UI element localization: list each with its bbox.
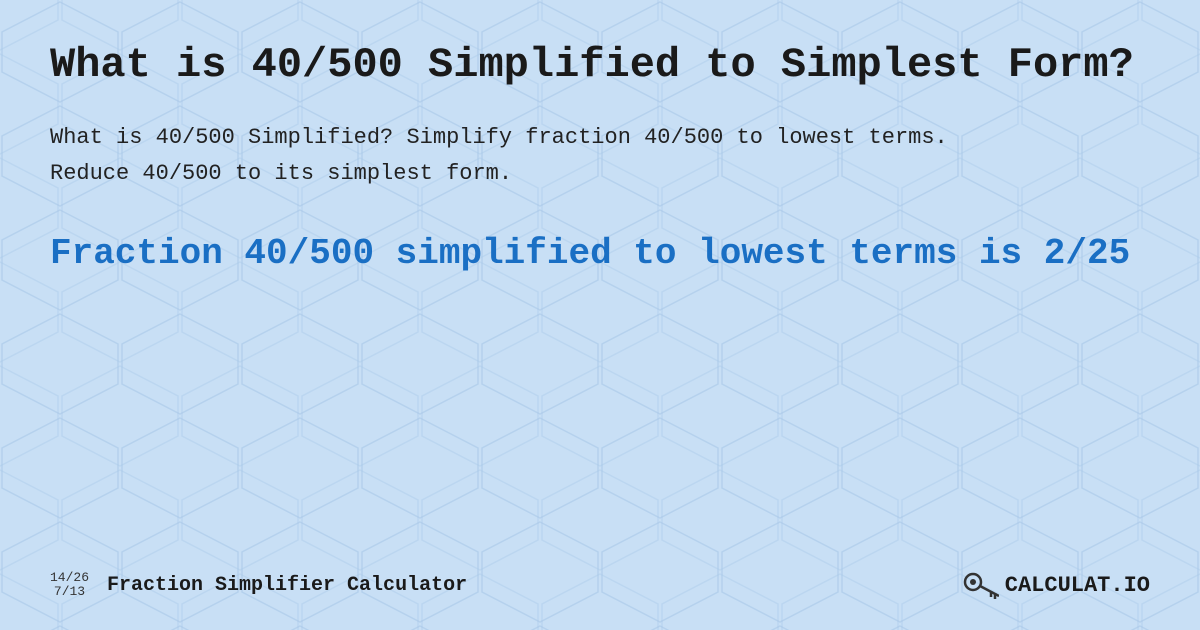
- logo: CALCULAT.IO: [963, 570, 1150, 600]
- fraction-bottom: 7/13: [54, 585, 85, 599]
- key-icon: [963, 570, 999, 600]
- footer-left: 14/26 7/13 Fraction Simplifier Calculato…: [50, 571, 467, 600]
- page-description: What is 40/500 Simplified? Simplify frac…: [50, 120, 950, 190]
- page-title: What is 40/500 Simplified to Simplest Fo…: [50, 40, 1150, 90]
- result-text: Fraction 40/500 simplified to lowest ter…: [50, 231, 1150, 278]
- footer-fraction: 14/26 7/13: [50, 571, 89, 600]
- logo-text: CALCULAT.IO: [1005, 573, 1150, 598]
- site-title: Fraction Simplifier Calculator: [107, 574, 467, 597]
- fraction-top: 14/26: [50, 571, 89, 585]
